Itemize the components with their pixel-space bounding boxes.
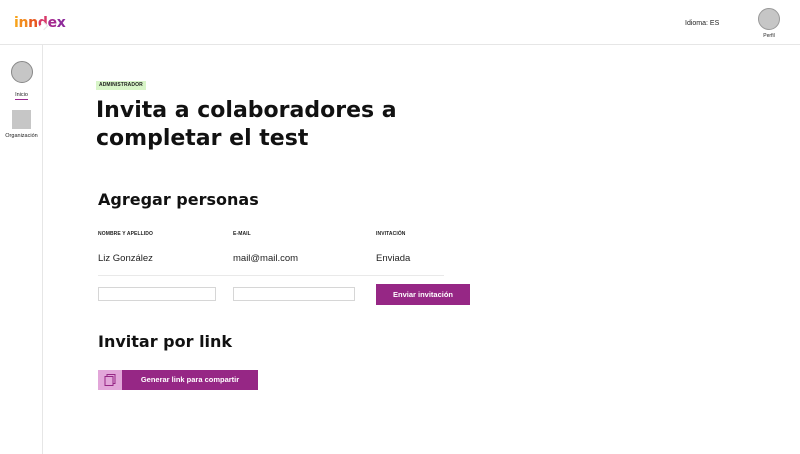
profile-button[interactable]: Perfil bbox=[756, 8, 782, 39]
name-input[interactable] bbox=[98, 287, 216, 301]
sidebar-item-inicio[interactable]: Inicio bbox=[0, 61, 43, 101]
sidebar-item-label: Organización bbox=[5, 133, 38, 139]
invite-by-link-heading: Invitar por link bbox=[98, 332, 233, 351]
role-badge: ADMINISTRADOR bbox=[96, 81, 146, 90]
table-cell-email: mail@mail.com bbox=[233, 253, 299, 264]
email-input[interactable] bbox=[233, 287, 355, 301]
top-bar: inndex Idioma: ES Perfil bbox=[0, 0, 800, 45]
logo-letter: e bbox=[47, 15, 58, 31]
page-title: Invita a colaboradores a completar el te… bbox=[96, 98, 397, 151]
send-invitation-button[interactable]: Enviar invitación bbox=[376, 284, 470, 305]
column-header-invitation: INVITACIÓN bbox=[376, 231, 406, 237]
home-icon bbox=[10, 61, 33, 83]
row-divider bbox=[98, 275, 444, 276]
profile-label: Perfil bbox=[763, 33, 775, 39]
avatar bbox=[758, 8, 780, 30]
table-cell-status: Enviada bbox=[376, 253, 411, 264]
table-cell-name: Liz González bbox=[98, 253, 153, 264]
sidebar-item-organizacion[interactable]: Organización bbox=[0, 110, 43, 139]
column-header-name: NOMBRE Y APELLIDO bbox=[98, 231, 153, 237]
generate-link-button[interactable]: Generar link para compartir bbox=[98, 370, 258, 390]
logo-letter: x bbox=[56, 15, 66, 31]
sidebar: Inicio Organización bbox=[0, 45, 43, 454]
inndex-logo[interactable]: inndex bbox=[14, 15, 66, 31]
logo-letter: n bbox=[18, 15, 29, 31]
copy-icon bbox=[98, 370, 122, 390]
organization-icon bbox=[12, 110, 31, 129]
add-people-heading: Agregar personas bbox=[98, 190, 259, 209]
column-header-email: E-MAIL bbox=[233, 231, 251, 237]
logo-letter: n bbox=[28, 15, 38, 31]
generate-link-label: Generar link para compartir bbox=[140, 375, 240, 384]
sidebar-item-label: Inicio bbox=[15, 92, 28, 100]
language-selector[interactable]: Idioma: ES bbox=[685, 20, 719, 27]
